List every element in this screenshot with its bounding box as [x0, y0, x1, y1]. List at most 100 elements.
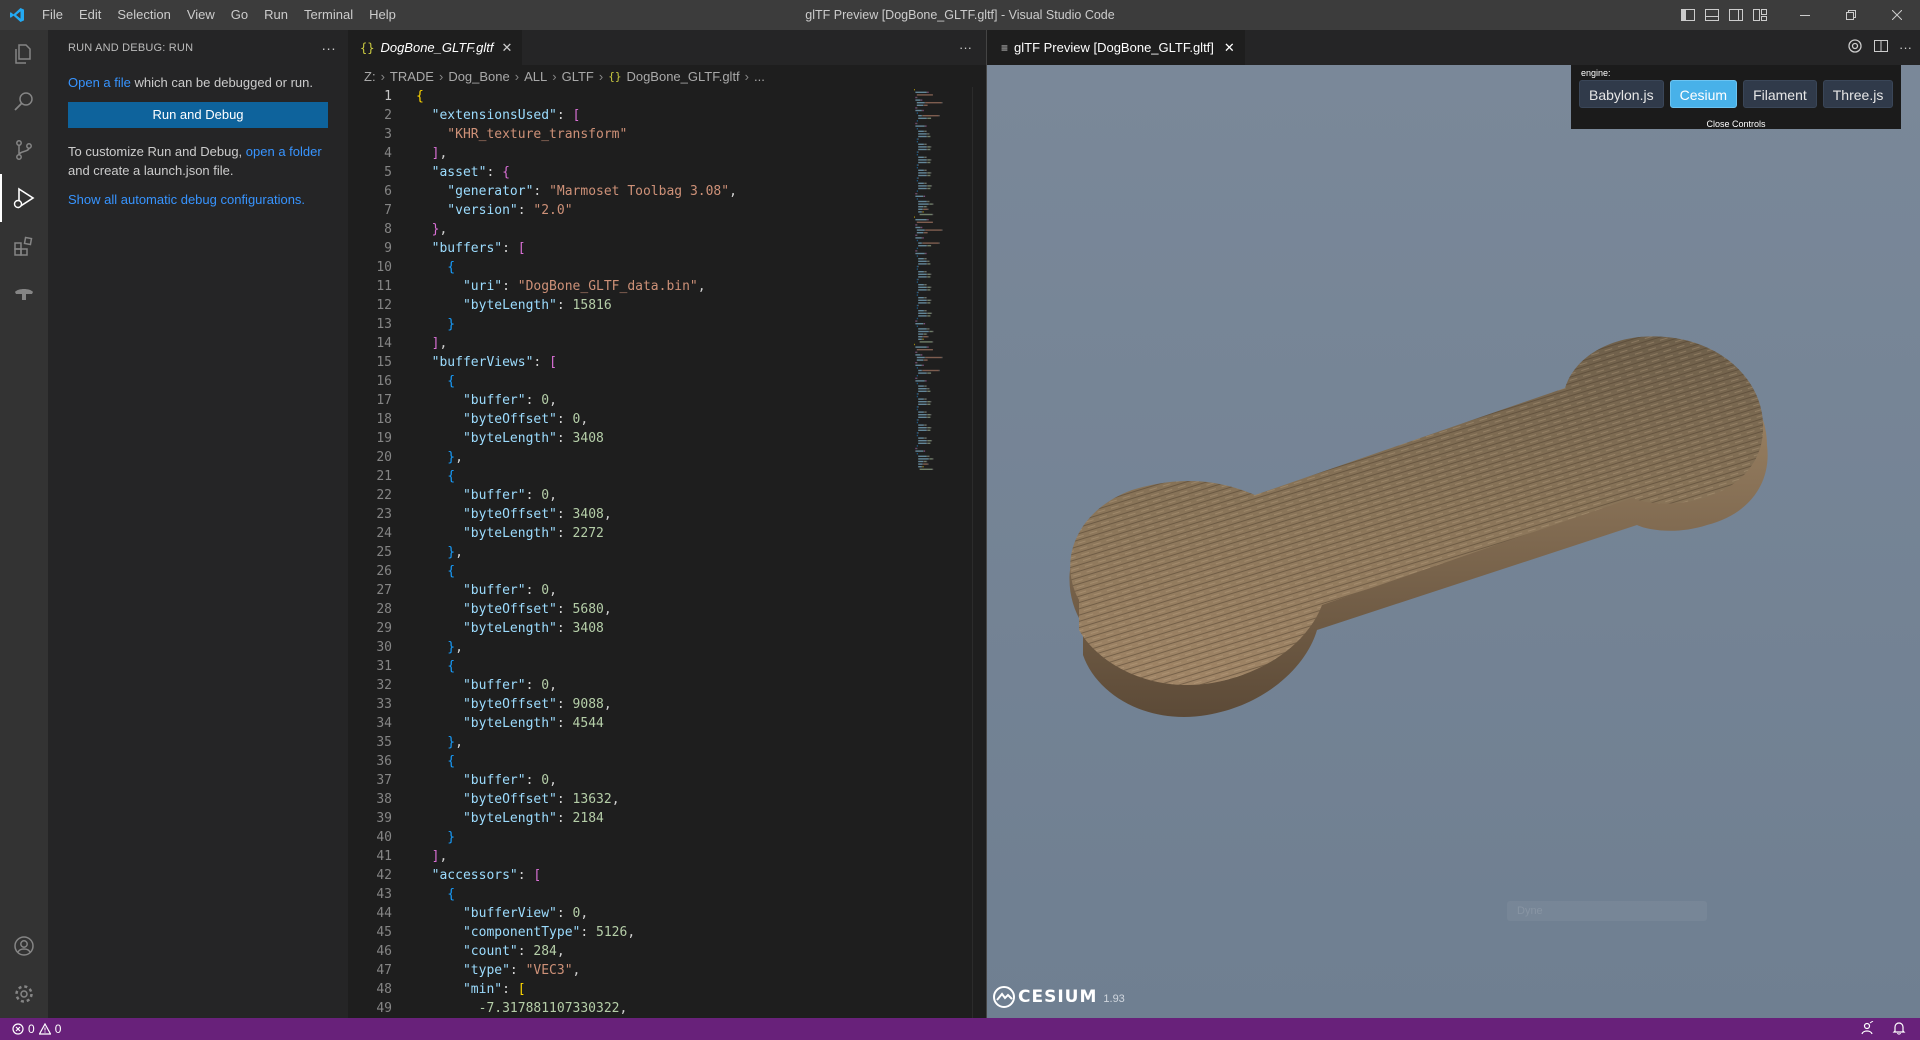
search-icon[interactable] — [0, 78, 48, 126]
code-line[interactable]: 41 ], — [348, 847, 908, 866]
code-line[interactable]: 40 } — [348, 828, 908, 847]
code-line[interactable]: 34 "byteLength": 4544 — [348, 714, 908, 733]
code-line[interactable]: 47 "type": "VEC3", — [348, 961, 908, 980]
code-line[interactable]: 33 "byteOffset": 9088, — [348, 695, 908, 714]
source-control-icon[interactable] — [0, 126, 48, 174]
code-line[interactable]: 31 { — [348, 657, 908, 676]
code-line[interactable]: 27 "buffer": 0, — [348, 581, 908, 600]
code-editor[interactable]: 1{2 "extensionsUsed": [3 "KHR_texture_tr… — [348, 87, 908, 1018]
show-all-debug-configs-link[interactable]: Show all automatic debug configurations. — [68, 192, 305, 207]
minimize-icon[interactable] — [1782, 0, 1828, 30]
cesium-3d-viewport[interactable]: engine: Babylon.js Cesium Filament Three… — [987, 65, 1920, 1018]
code-line[interactable]: 37 "buffer": 0, — [348, 771, 908, 790]
code-line[interactable]: 21 { — [348, 467, 908, 486]
explorer-icon[interactable] — [0, 30, 48, 78]
menu-file[interactable]: File — [34, 0, 71, 30]
code-line[interactable]: 16 { — [348, 372, 908, 391]
code-line[interactable]: 2 "extensionsUsed": [ — [348, 106, 908, 125]
menu-go[interactable]: Go — [223, 0, 256, 30]
code-line[interactable]: 30 }, — [348, 638, 908, 657]
code-line[interactable]: 12 "byteLength": 15816 — [348, 296, 908, 315]
editor-more-actions-icon[interactable]: ··· — [959, 30, 972, 65]
split-editor-icon[interactable] — [1873, 38, 1889, 57]
engine-babylonjs-button[interactable]: Babylon.js — [1579, 80, 1664, 108]
code-line[interactable]: 22 "buffer": 0, — [348, 486, 908, 505]
code-line[interactable]: 20 }, — [348, 448, 908, 467]
restore-icon[interactable] — [1828, 0, 1874, 30]
toggle-primary-sidebar-icon[interactable] — [1676, 0, 1700, 30]
tab-gltf-preview[interactable]: ≡ glTF Preview [DogBone_GLTF.gltf] ✕ — [987, 30, 1245, 65]
breadcrumb-item[interactable]: ... — [754, 69, 765, 84]
breadcrumb-item[interactable]: Dog_Bone — [448, 69, 509, 84]
code-line[interactable]: 45 "componentType": 5126, — [348, 923, 908, 942]
notifications-bell-icon[interactable] — [1892, 1021, 1906, 1038]
editor-scrollbar[interactable] — [972, 87, 986, 1018]
code-line[interactable]: 39 "byteLength": 2184 — [348, 809, 908, 828]
code-line[interactable]: 28 "byteOffset": 5680, — [348, 600, 908, 619]
run-and-debug-button[interactable]: Run and Debug — [68, 102, 328, 128]
toggle-secondary-sidebar-icon[interactable] — [1724, 0, 1748, 30]
minimap[interactable] — [910, 87, 974, 487]
close-tab-icon[interactable]: ✕ — [501, 40, 512, 56]
tab-dogbone-gltf[interactable]: {} DogBone_GLTF.gltf ✕ — [348, 30, 523, 65]
feedback-icon[interactable] — [1860, 1020, 1874, 1038]
code-line[interactable]: 13 } — [348, 315, 908, 334]
code-line[interactable]: 17 "buffer": 0, — [348, 391, 908, 410]
engine-cesium-button[interactable]: Cesium — [1669, 80, 1738, 108]
menu-selection[interactable]: Selection — [109, 0, 178, 30]
problems-indicator[interactable]: 0 0 — [0, 1022, 61, 1036]
code-line[interactable]: 8 }, — [348, 220, 908, 239]
terraform-icon[interactable] — [0, 270, 48, 318]
extensions-icon[interactable] — [0, 222, 48, 270]
code-line[interactable]: 35 }, — [348, 733, 908, 752]
gltf-action-icon[interactable] — [1847, 38, 1863, 57]
code-line[interactable]: 24 "byteLength": 2272 — [348, 524, 908, 543]
breadcrumb-item[interactable]: TRADE — [390, 69, 434, 84]
toggle-panel-icon[interactable] — [1700, 0, 1724, 30]
menu-terminal[interactable]: Terminal — [296, 0, 361, 30]
cesium-logo[interactable]: CESIUM 1.93 — [993, 986, 1125, 1008]
code-line[interactable]: 26 { — [348, 562, 908, 581]
menu-view[interactable]: View — [179, 0, 223, 30]
code-line[interactable]: 36 { — [348, 752, 908, 771]
code-line[interactable]: 43 { — [348, 885, 908, 904]
code-line[interactable]: 6 "generator": "Marmoset Toolbag 3.08", — [348, 182, 908, 201]
close-preview-tab-icon[interactable]: ✕ — [1224, 40, 1235, 56]
engine-filament-button[interactable]: Filament — [1743, 80, 1817, 108]
menu-help[interactable]: Help — [361, 0, 404, 30]
run-and-debug-icon[interactable] — [0, 174, 48, 222]
preview-more-actions-icon[interactable]: ··· — [1899, 40, 1912, 55]
breadcrumb-item[interactable]: DogBone_GLTF.gltf — [626, 69, 739, 84]
breadcrumb-item[interactable]: ALL — [524, 69, 547, 84]
open-file-link[interactable]: Open a file — [68, 75, 131, 90]
code-line[interactable]: 9 "buffers": [ — [348, 239, 908, 258]
code-line[interactable]: 18 "byteOffset": 0, — [348, 410, 908, 429]
code-line[interactable]: 32 "buffer": 0, — [348, 676, 908, 695]
settings-gear-icon[interactable] — [0, 970, 48, 1018]
open-folder-link[interactable]: open a folder — [246, 144, 322, 159]
code-line[interactable]: 3 "KHR_texture_transform" — [348, 125, 908, 144]
code-line[interactable]: 38 "byteOffset": 13632, — [348, 790, 908, 809]
breadcrumb-item[interactable]: Z: — [364, 69, 376, 84]
code-line[interactable]: 49 -7.317881107330322, — [348, 999, 908, 1018]
menu-run[interactable]: Run — [256, 0, 296, 30]
code-line[interactable]: 14 ], — [348, 334, 908, 353]
code-line[interactable]: 11 "uri": "DogBone_GLTF_data.bin", — [348, 277, 908, 296]
code-line[interactable]: 23 "byteOffset": 3408, — [348, 505, 908, 524]
code-line[interactable]: 46 "count": 284, — [348, 942, 908, 961]
engine-threejs-button[interactable]: Three.js — [1822, 80, 1894, 108]
customize-layout-icon[interactable] — [1748, 0, 1772, 30]
code-line[interactable]: 4 ], — [348, 144, 908, 163]
code-line[interactable]: 19 "byteLength": 3408 — [348, 429, 908, 448]
code-line[interactable]: 42 "accessors": [ — [348, 866, 908, 885]
code-line[interactable]: 1{ — [348, 87, 908, 106]
code-line[interactable]: 10 { — [348, 258, 908, 277]
close-controls-button[interactable]: Close Controls — [1571, 119, 1901, 129]
code-line[interactable]: 5 "asset": { — [348, 163, 908, 182]
close-window-icon[interactable] — [1874, 0, 1920, 30]
code-line[interactable]: 44 "bufferView": 0, — [348, 904, 908, 923]
code-line[interactable]: 15 "bufferViews": [ — [348, 353, 908, 372]
account-icon[interactable] — [0, 922, 48, 970]
code-line[interactable]: 48 "min": [ — [348, 980, 908, 999]
breadcrumb-item[interactable]: GLTF — [562, 69, 594, 84]
